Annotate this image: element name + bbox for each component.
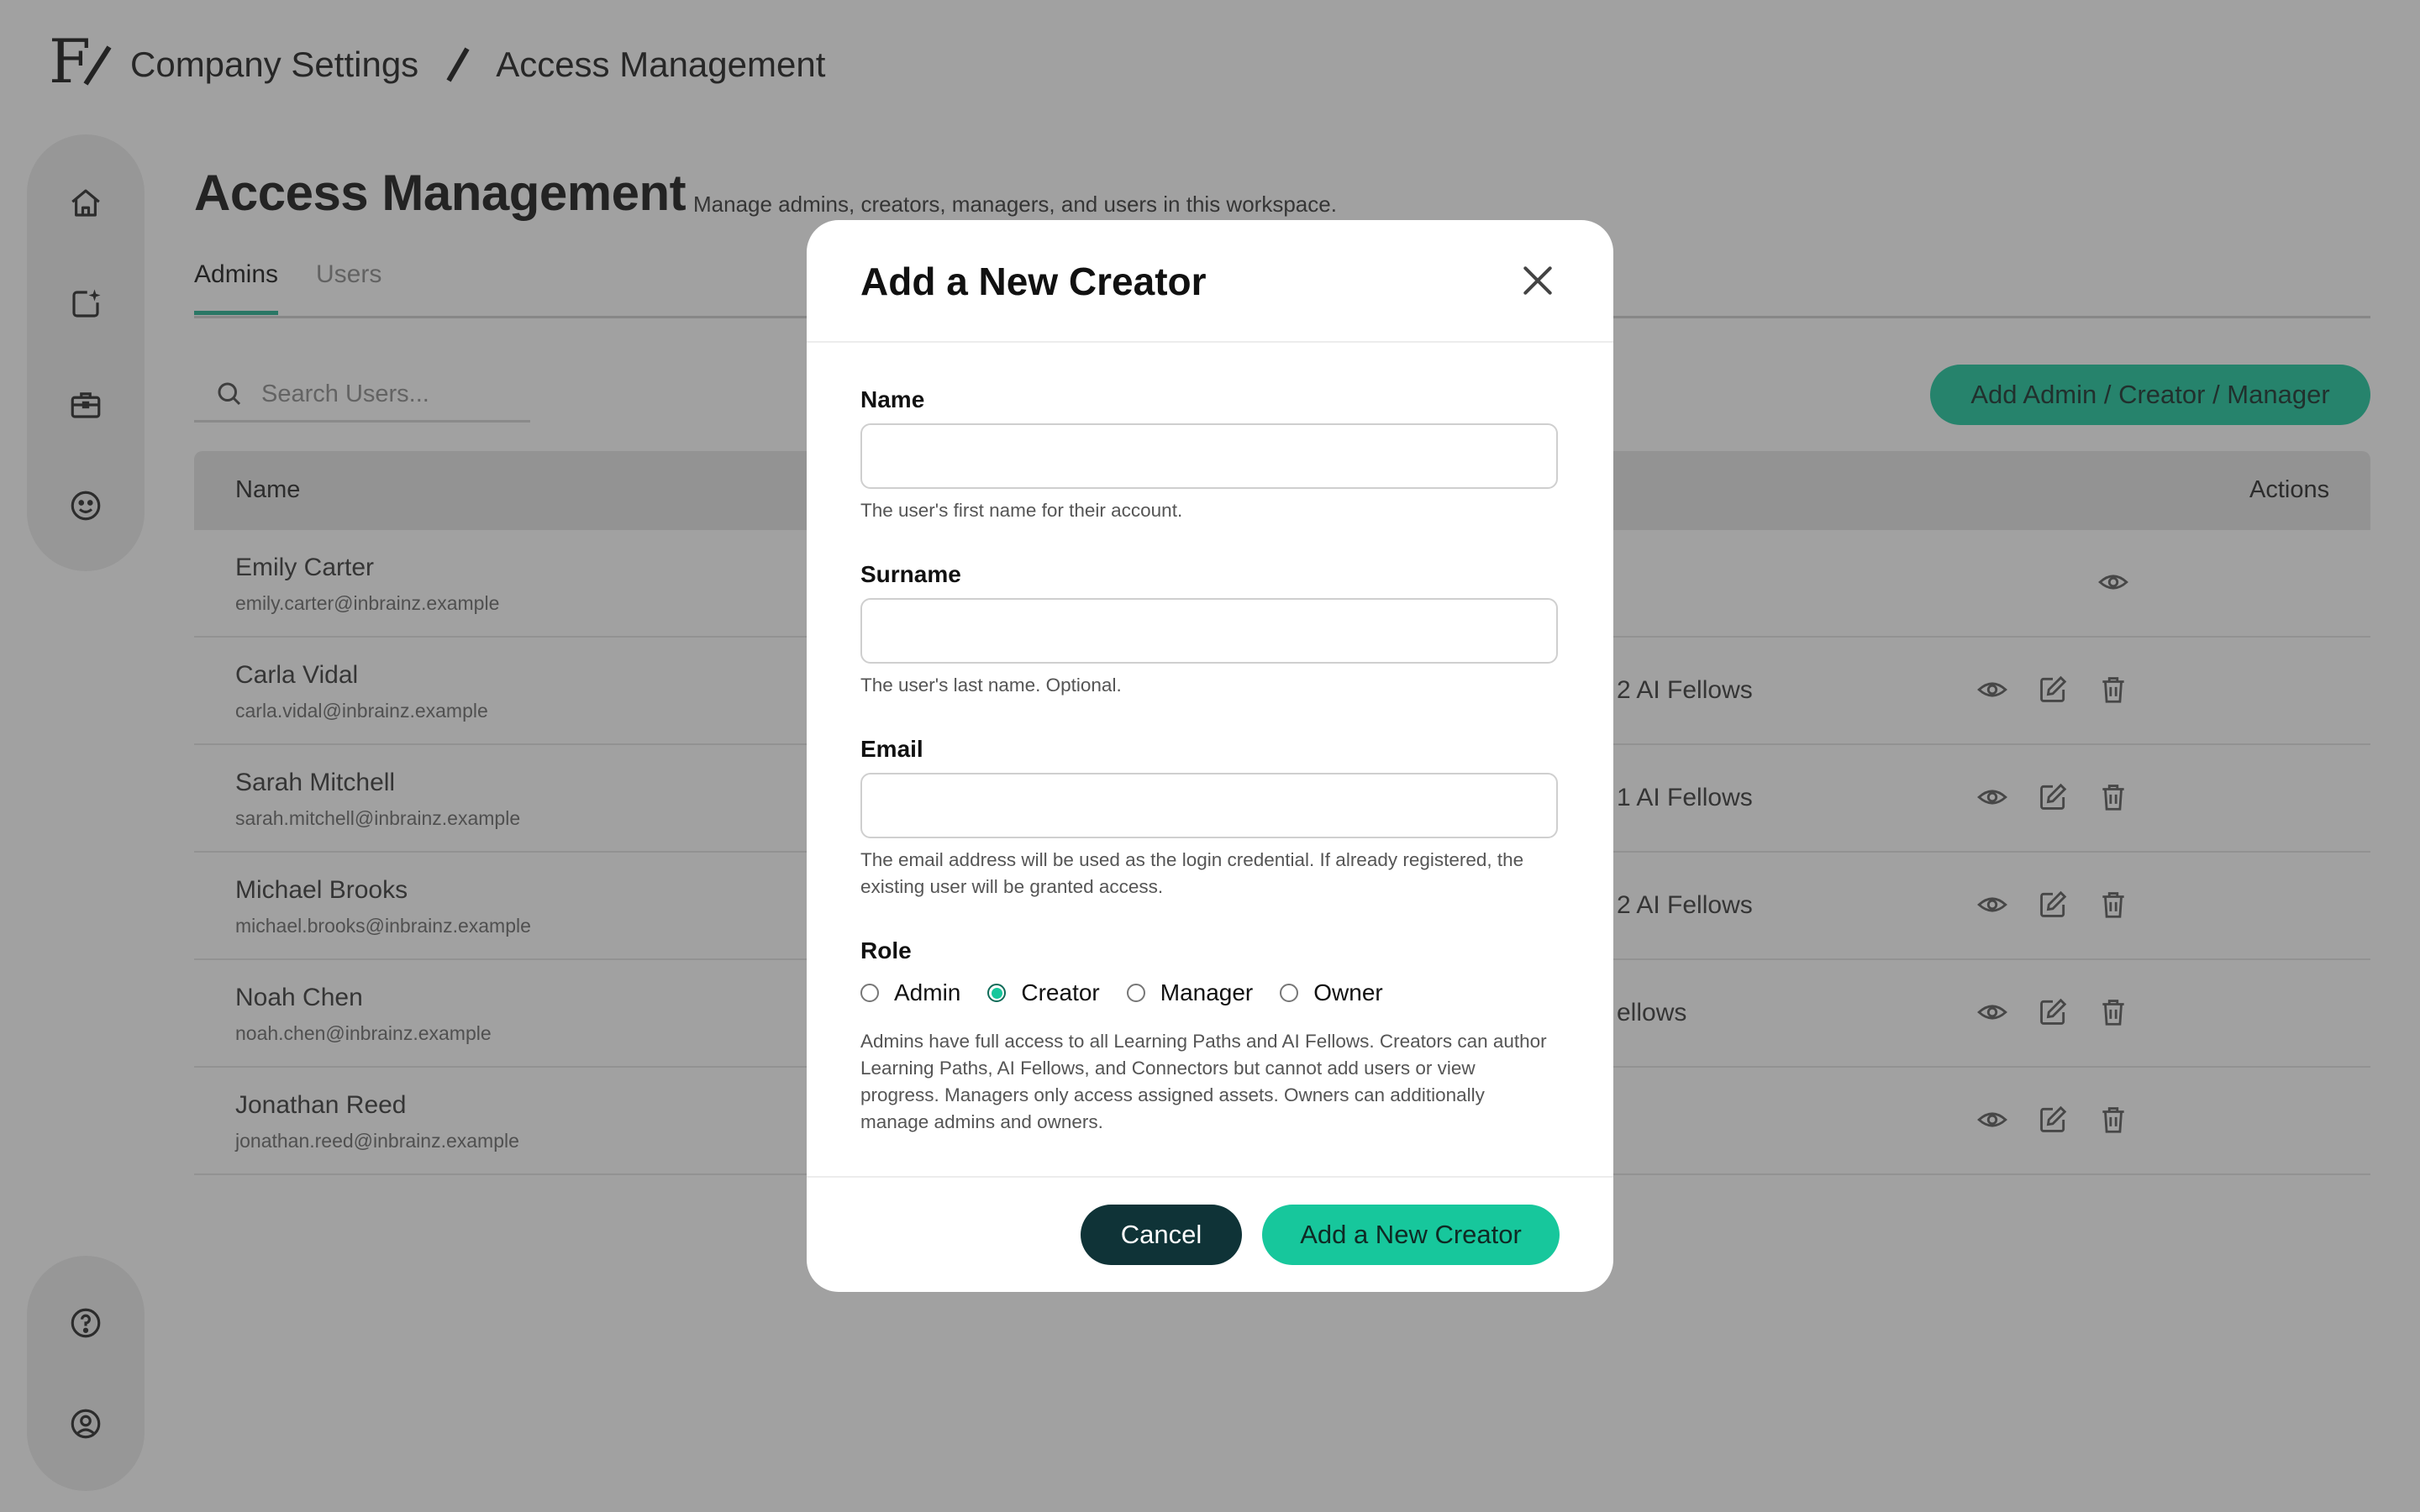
surname-help: The user's last name. Optional. bbox=[860, 675, 1122, 696]
email-field[interactable] bbox=[860, 773, 1558, 838]
role-label: Role bbox=[860, 937, 912, 963]
radio-button[interactable] bbox=[987, 984, 1007, 1002]
name-label: Name bbox=[860, 386, 925, 412]
surname-field[interactable] bbox=[860, 598, 1558, 664]
close-icon[interactable] bbox=[1519, 262, 1556, 299]
add-new-creator-button[interactable]: Add a New Creator bbox=[1262, 1205, 1560, 1265]
email-help: The email address will be used as the lo… bbox=[860, 849, 1524, 897]
add-creator-dialog: Add a New Creator Name The user's first … bbox=[807, 220, 1613, 1292]
app-root: F Company Settings Access Management Acc… bbox=[0, 0, 2420, 1512]
radio-button[interactable] bbox=[860, 984, 879, 1002]
role-radio-group: Admin Creator Manager Owner bbox=[860, 979, 1410, 1006]
role-option-owner[interactable]: Owner bbox=[1280, 979, 1383, 1006]
role-help: Admins have full access to all Learning … bbox=[860, 1031, 1547, 1132]
dialog-title: Add a New Creator bbox=[860, 260, 1207, 303]
cancel-button[interactable]: Cancel bbox=[1081, 1205, 1242, 1265]
surname-label: Surname bbox=[860, 561, 961, 587]
email-label: Email bbox=[860, 736, 923, 762]
role-option-label: Owner bbox=[1313, 979, 1383, 1005]
name-field[interactable] bbox=[860, 423, 1558, 489]
dialog-header: Add a New Creator bbox=[807, 220, 1613, 343]
role-option-label: Manager bbox=[1160, 979, 1254, 1005]
role-option-admin[interactable]: Admin bbox=[860, 979, 960, 1006]
role-option-manager[interactable]: Manager bbox=[1126, 979, 1254, 1006]
name-help: The user's first name for their account. bbox=[860, 500, 1183, 521]
role-option-creator[interactable]: Creator bbox=[987, 979, 1100, 1006]
radio-button[interactable] bbox=[1280, 984, 1299, 1002]
role-option-label: Admin bbox=[894, 979, 961, 1005]
radio-button[interactable] bbox=[1126, 984, 1145, 1002]
role-option-label: Creator bbox=[1021, 979, 1100, 1005]
